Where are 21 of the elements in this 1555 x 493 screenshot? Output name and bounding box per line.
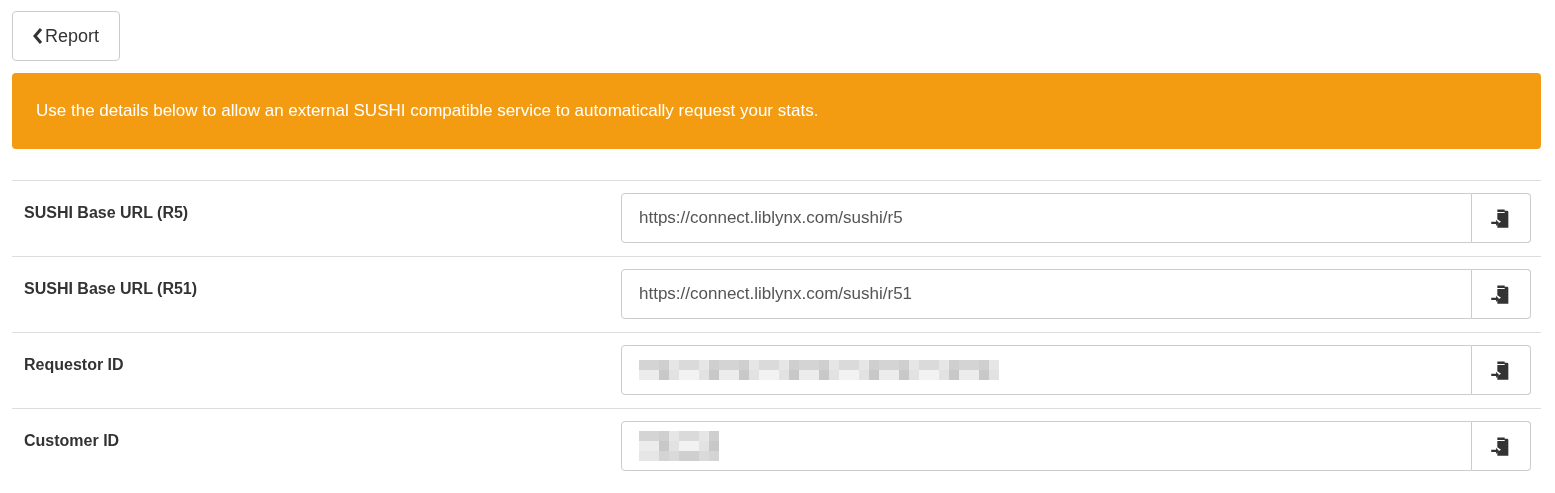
copy-button[interactable] (1472, 193, 1531, 243)
field-label: SUSHI Base URL (R5) (24, 204, 189, 221)
text-field[interactable]: https://connect.liblynx.com/sushi/r5 (621, 193, 1472, 243)
field-label: SUSHI Base URL (R51) (24, 280, 198, 297)
alert-text: Use the details below to allow an external SUSHI compatible service to automatically request your stats. (36, 100, 819, 123)
field-label: Requestor ID (24, 356, 124, 373)
copy-button[interactable] (1472, 345, 1531, 395)
field-label: Customer ID (24, 432, 120, 449)
field-value: https://connect.liblynx.com/sushi/r51 (639, 283, 913, 306)
copy-button[interactable] (1472, 269, 1531, 319)
clipboard-icon (1491, 359, 1511, 381)
chevron-left-icon (33, 28, 43, 44)
field-value: https://connect.liblynx.com/sushi/r5 (639, 207, 903, 230)
text-field[interactable] (621, 421, 1472, 471)
clipboard-icon (1491, 207, 1511, 229)
back-button[interactable]: Report (12, 11, 121, 61)
copy-button[interactable] (1472, 421, 1531, 471)
clipboard-icon (1491, 435, 1511, 457)
text-field[interactable] (621, 345, 1472, 395)
text-field[interactable]: https://connect.liblynx.com/sushi/r51 (621, 269, 1472, 319)
clipboard-icon (1491, 283, 1511, 305)
